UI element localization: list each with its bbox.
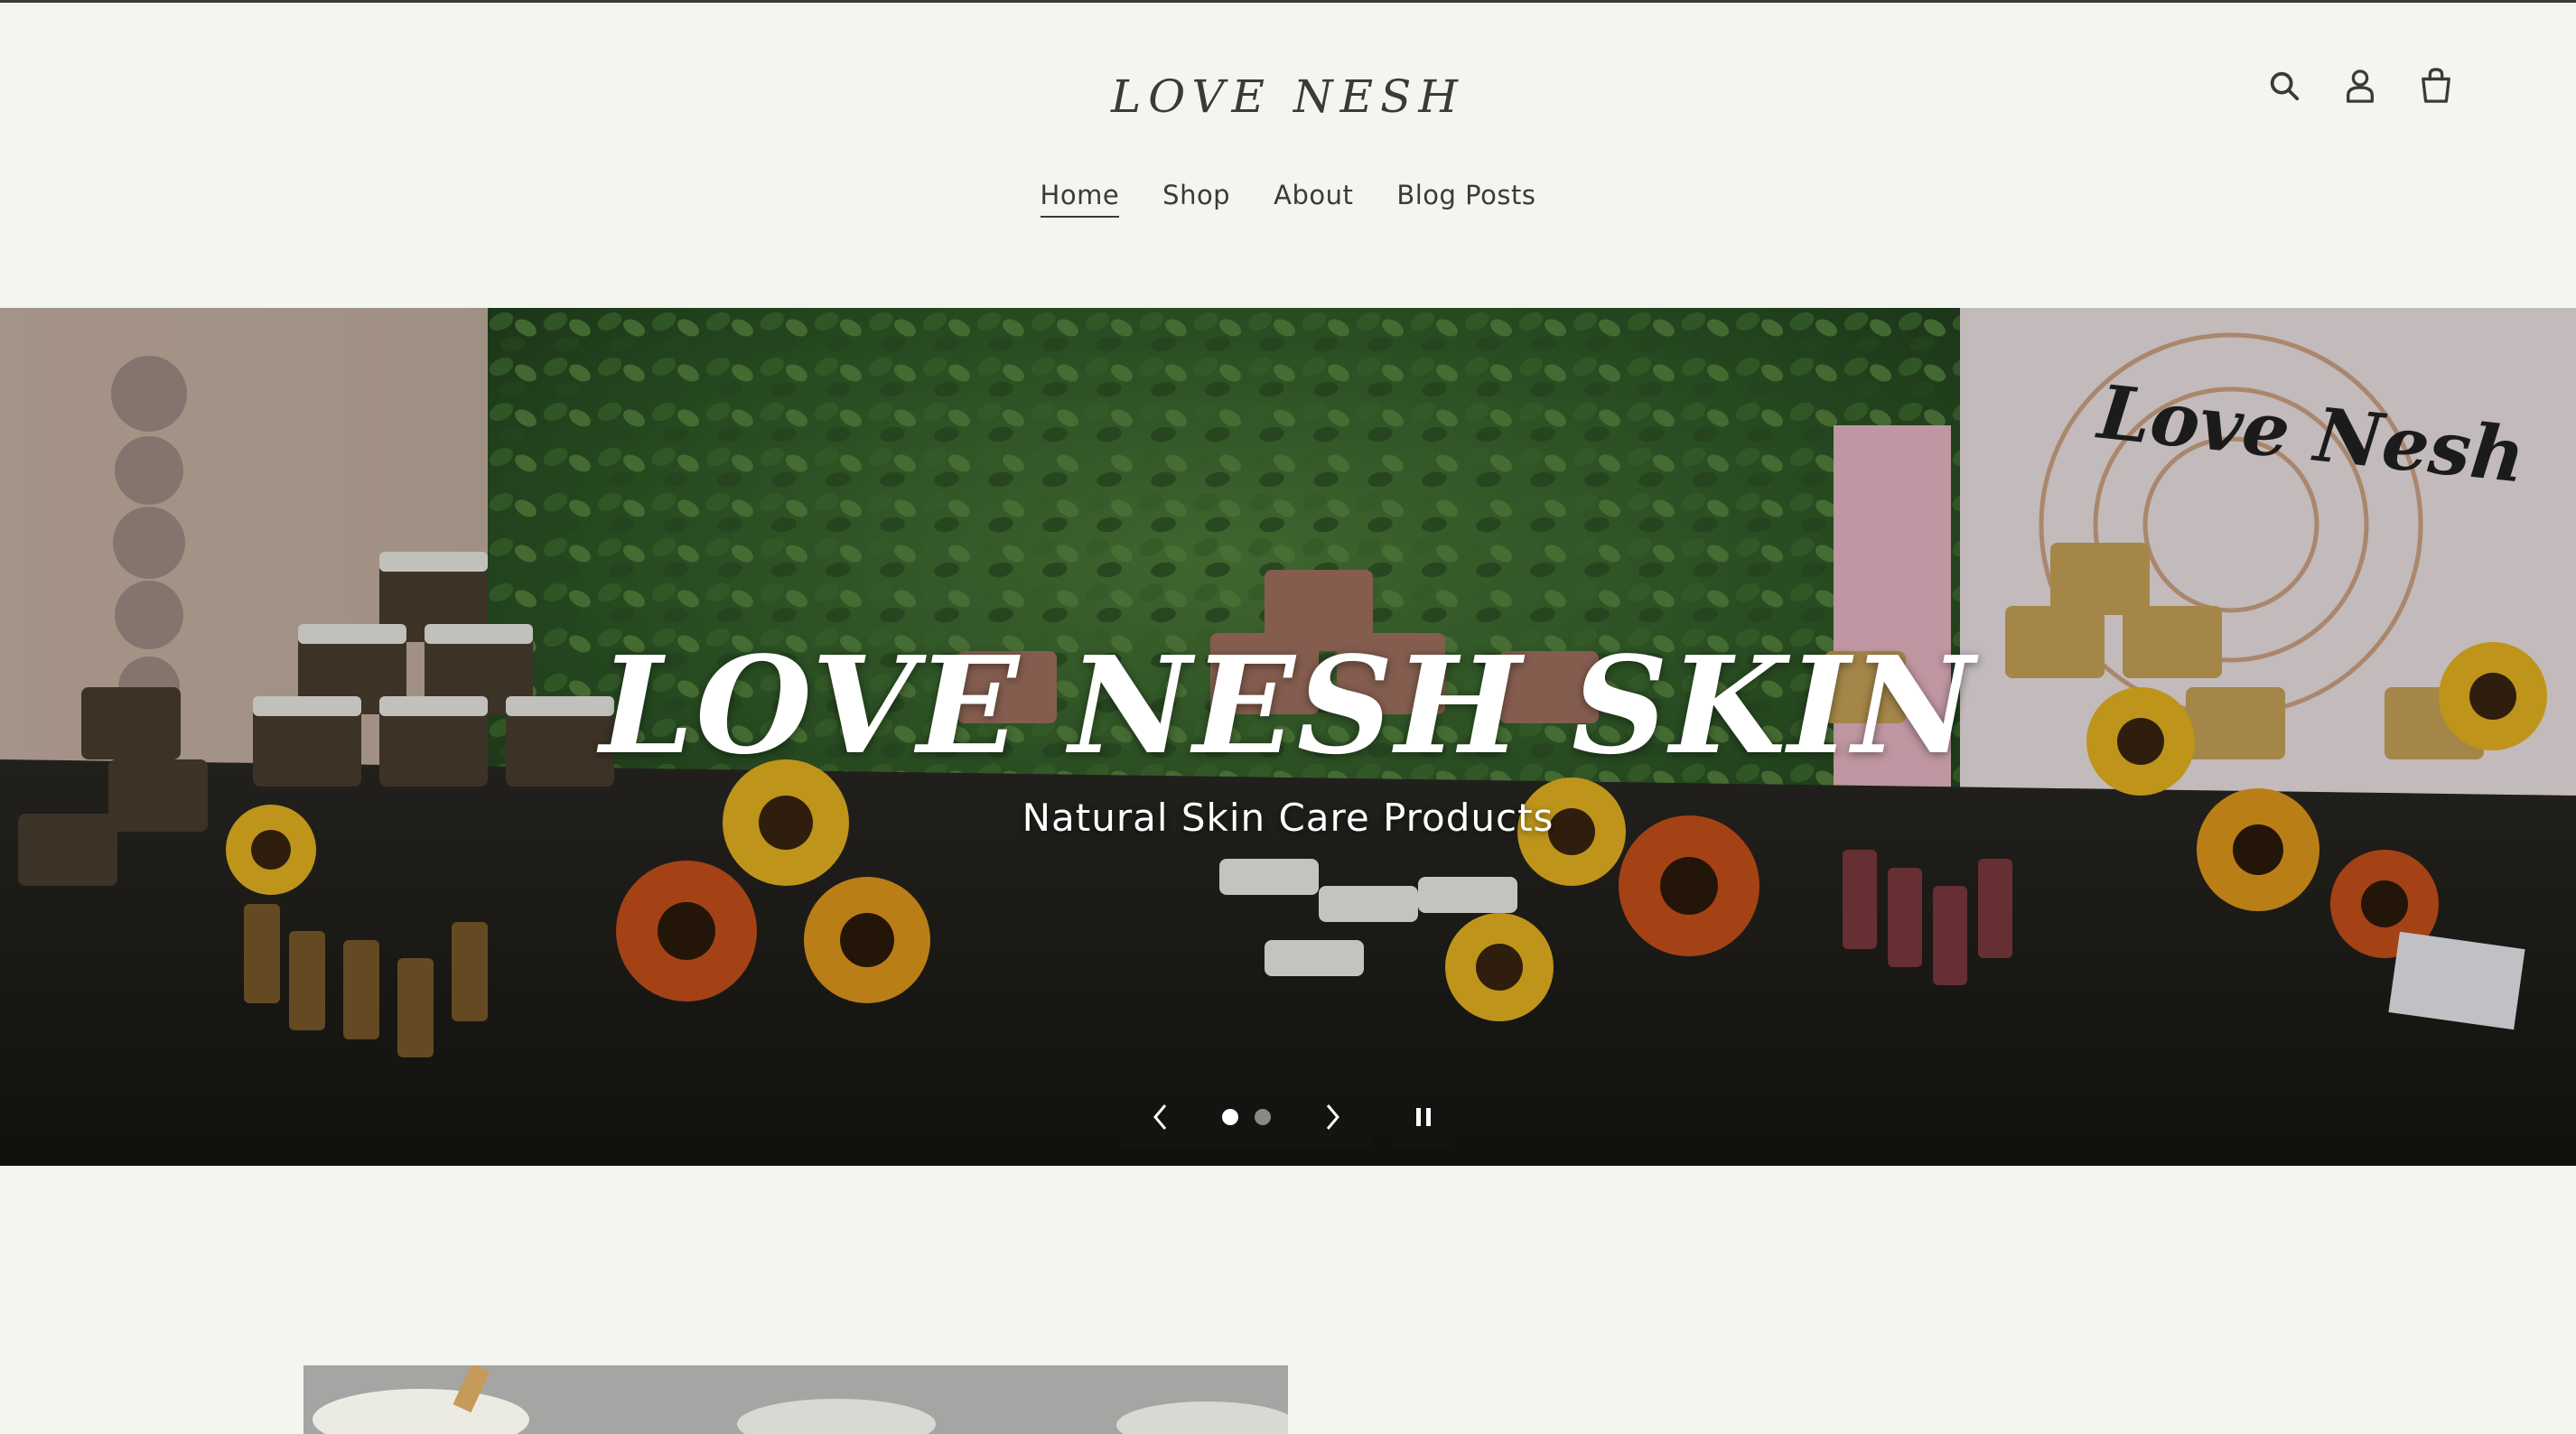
site-header: LOVE NESH Home Shop About Blog Posts: [0, 3, 2576, 308]
main-nav: Home Shop About Blog Posts: [0, 180, 2576, 218]
nav-blog-posts[interactable]: Blog Posts: [1396, 180, 1535, 218]
chevron-right-icon[interactable]: [1319, 1099, 1346, 1135]
nav-shop[interactable]: Shop: [1162, 180, 1230, 218]
cart-icon[interactable]: [2419, 66, 2453, 106]
pause-icon[interactable]: [1393, 1086, 1454, 1148]
hero-subheading: Natural Skin Care Products: [1022, 796, 1554, 840]
nav-home[interactable]: Home: [1040, 180, 1120, 218]
slide-dot-2[interactable]: [1255, 1109, 1271, 1125]
nav-about[interactable]: About: [1274, 180, 1353, 218]
slide-dot-1[interactable]: [1222, 1109, 1238, 1125]
slide-dots: [1222, 1109, 1271, 1125]
featured-product-image[interactable]: [303, 1365, 1288, 1434]
hero-heading: LOVE NESH SKIN: [600, 627, 1976, 784]
chevron-left-icon[interactable]: [1147, 1099, 1174, 1135]
hero-slideshow: Love Nesh LOVE NESH SKIN Natural Skin Ca…: [0, 308, 2576, 1166]
search-icon[interactable]: [2267, 66, 2301, 106]
account-icon[interactable]: [2343, 66, 2377, 106]
slideshow-controls: [1120, 1086, 1373, 1148]
header-icons: [2267, 66, 2453, 106]
site-logo[interactable]: LOVE NESH: [0, 61, 2576, 133]
